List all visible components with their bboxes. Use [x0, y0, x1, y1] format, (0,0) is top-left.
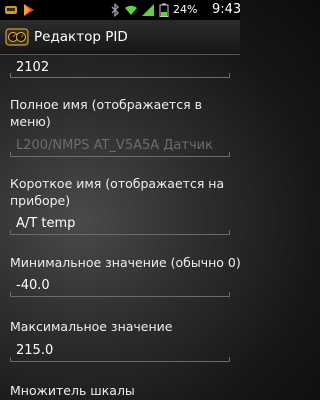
status-bar: 24% 9:43 — [0, 0, 242, 20]
min-value-input-underline — [10, 292, 230, 297]
page-title: Редактор PID — [34, 29, 128, 45]
clock: 9:43 — [212, 2, 242, 17]
play-store-icon — [24, 4, 34, 16]
short-name-input-underline — [10, 230, 230, 235]
short-name-label: Короткое имя (отображается на приборе) — [10, 176, 225, 208]
notification-app-icon — [5, 6, 17, 14]
signal-icon — [142, 4, 154, 16]
min-value-label: Минимальное значение (обычно 0) — [10, 255, 240, 270]
pid-code-input-underline — [10, 73, 230, 78]
max-value-label: Максимальное значение — [10, 319, 173, 334]
pid-editor-form[interactable]: 2102 Полное имя (отображается в меню) L2… — [0, 55, 240, 400]
scale-multiplier-label: Множитель шкалы — [10, 383, 135, 398]
car-dashboard-icon[interactable] — [5, 25, 29, 49]
bluetooth-icon — [111, 3, 120, 17]
full-name-input-underline — [10, 152, 230, 157]
title-bar: Редактор PID — [0, 20, 240, 55]
battery-percent: 24% — [173, 3, 198, 16]
max-value-input-underline — [10, 357, 230, 362]
full-name-label: Полное имя (отображается в меню) — [10, 97, 202, 129]
battery-icon — [159, 3, 169, 17]
wifi-icon — [125, 5, 137, 15]
